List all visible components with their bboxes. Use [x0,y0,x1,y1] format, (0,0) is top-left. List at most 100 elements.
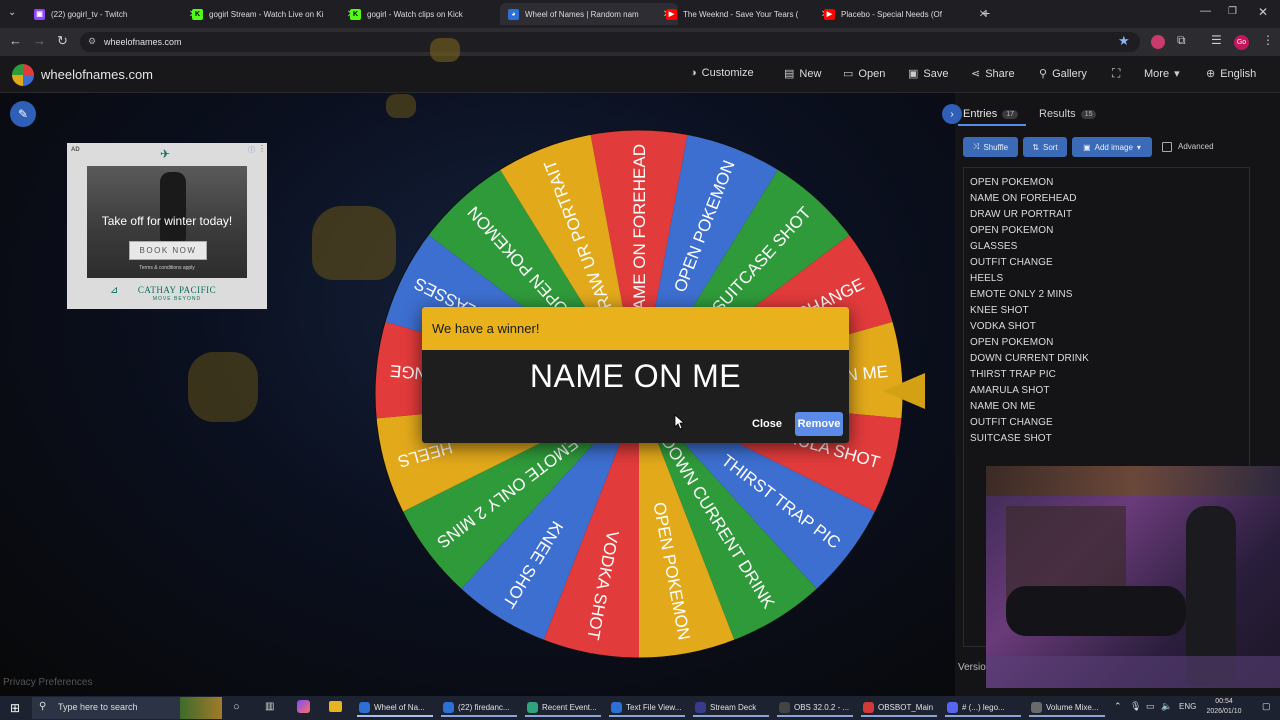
add-image-label: Add image [1094,142,1133,152]
tab-results-label: Results [1039,108,1076,120]
menu-share-button[interactable]: ⋖ Share [971,67,1015,81]
shuffle-button[interactable]: ⤨ Shuffle [963,137,1018,157]
entry-item[interactable]: SUITCASE SHOT [970,433,1052,444]
taskbar-app[interactable]: Recent Event... [527,700,597,714]
entry-item[interactable]: OPEN POKEMON [970,337,1053,348]
taskbar-app[interactable]: Text File View... [611,700,681,714]
browser-tab[interactable]: ◕Wheel of Names | Random nam✕ [500,3,678,25]
taskbar-app[interactable]: OBS 32.0.2 - ... [779,700,849,714]
browser-tab[interactable]: Kgogirl Stream - Watch Live on Ki✕ [184,3,362,25]
site-logo-icon[interactable] [12,64,34,86]
tab-search-icon[interactable]: ⌄ [8,7,16,18]
chevron-down-icon: ▾ [1136,142,1141,152]
extensions-puzzle-icon[interactable]: ⧉ [1177,33,1186,48]
tray-overflow-icon[interactable]: ⌃ [1114,701,1122,712]
menu-english-button[interactable]: ⊕ English [1206,67,1256,81]
taskbar-app[interactable]: OBSBOT_Main [863,700,933,714]
wheel-pointer-icon [883,373,925,409]
menu-new-button[interactable]: ▤ New [784,67,821,81]
menu-open-button[interactable]: ▭ Open [843,67,885,81]
entry-item[interactable]: HEELS [970,273,1003,284]
fullscreen-icon[interactable]: ⛶ [1112,66,1120,81]
task-view-icon[interactable]: ▥ [265,701,274,712]
volume-icon[interactable]: 🔈 [1161,701,1172,712]
entry-item[interactable]: GLASSES [970,241,1017,252]
reload-icon[interactable]: ↻ [57,33,68,49]
privacy-preferences-link[interactable]: Privacy Preferences [3,677,92,688]
ad-info-icon[interactable]: ⓘ [248,145,255,155]
collapse-panel-icon[interactable]: › [942,104,962,124]
notification-icon[interactable]: ▢ [1262,701,1271,712]
site-info-icon[interactable]: ⚙ [88,36,96,47]
browser-tab[interactable]: ▣(22) gogirl_tv - Twitch✕ [26,3,204,25]
taskbar-app[interactable]: Wheel of Na... [359,700,425,714]
edit-pencil-icon[interactable]: ✎ [10,101,36,127]
browser-tab[interactable]: Kgogirl - Watch clips on Kick✕ [342,3,520,25]
menu-save-button[interactable]: ▣ Save [908,67,949,81]
browser-menu-icon[interactable]: ⋮ [1262,33,1274,47]
entry-item[interactable]: NAME ON ME [970,401,1035,412]
entry-item[interactable]: OPEN POKEMON [970,225,1053,236]
forward-icon[interactable]: → [33,33,46,48]
bookmark-star-icon[interactable]: ★ [1118,33,1130,49]
tab-entries[interactable]: Entries 17 [963,108,1019,120]
remove-button[interactable]: Remove [795,412,843,436]
browser-tab[interactable]: ▶ Placebo - Special Needs (Of ✕ [816,3,994,25]
file-explorer-icon[interactable] [329,701,342,712]
windows-start-icon[interactable]: ⊞ [10,701,20,715]
taskbar-app[interactable]: (22) firedanc... [443,700,510,714]
taskbar-app[interactable]: Volume Mixe... [1031,700,1098,714]
close-button[interactable]: Close [748,412,786,436]
entry-item[interactable]: OUTFIT CHANGE [970,257,1053,268]
copilot-icon[interactable] [297,700,310,713]
entry-item[interactable]: DRAW UR PORTRAIT [970,209,1072,220]
entry-item[interactable]: KNEE SHOT [970,305,1029,316]
taskbar-clock[interactable]: 00:54 2026/01/10 [1200,697,1248,717]
entry-item[interactable]: NAME ON FOREHEAD [970,193,1077,204]
network-icon[interactable]: ▭ [1146,701,1155,712]
taskbar-app-underline [693,715,769,717]
webcam-floor [986,656,1280,688]
extension-icon[interactable] [1151,35,1165,49]
taskbar-app[interactable]: # (...) lego... [947,700,1005,714]
sort-button[interactable]: ⇅ Sort [1023,137,1067,157]
maximize-icon[interactable]: ❐ [1228,6,1237,17]
menu-gallery-button[interactable]: ⚲ Gallery [1039,67,1087,81]
close-window-icon[interactable]: ✕ [1258,5,1268,19]
advanced-checkbox[interactable] [1162,142,1172,152]
site-logo-text[interactable]: wheelofnames.com [41,67,153,82]
profile-avatar[interactable]: Go [1234,35,1249,50]
winner-name: NAME ON ME [529,358,742,394]
taskbar-app[interactable]: Stream Deck [695,700,756,714]
menu-label: Gallery [1052,67,1087,80]
back-icon[interactable]: ← [9,33,22,48]
entry-item[interactable]: EMOTE ONLY 2 MINS [970,289,1072,300]
menu-label: Save [923,67,949,80]
cortana-icon[interactable]: ○ [233,701,240,713]
entry-item[interactable]: AMARULA SHOT [970,385,1050,396]
ad-book-now-button[interactable]: BOOK NOW [129,241,207,260]
taskbar-app-icon [947,701,958,713]
entry-item[interactable]: OUTFIT CHANGE [970,417,1053,428]
url-field[interactable] [80,32,1140,52]
tab-results[interactable]: Results 15 [1039,108,1097,120]
entry-item[interactable]: VODKA SHOT [970,321,1036,332]
language-indicator[interactable]: ENG [1179,702,1196,711]
entry-item[interactable]: THIRST TRAP PIC [970,369,1056,380]
add-image-button[interactable]: ▣ Add image ▾ [1072,137,1152,157]
mic-icon[interactable]: 🎙 [1130,701,1141,712]
minimize-icon[interactable]: — [1200,5,1211,17]
reading-list-icon[interactable]: ☰ [1211,33,1222,47]
tab-title: Wheel of Names | Random nam [525,9,639,19]
ad-headline: Take off for winter today! [101,214,233,228]
browser-tab[interactable]: ▶The Weeknd - Save Your Tears (✕ [658,3,836,25]
entry-item[interactable]: OPEN POKEMON [970,177,1053,188]
ad-menu-icon[interactable]: ⋮ [258,144,266,153]
taskbar-app-label: Recent Event... [542,702,597,712]
menu-more-button[interactable]: More ▾ [1144,67,1180,81]
new-tab-icon[interactable]: + [982,5,990,21]
tab-favicon-icon: ▶ [666,8,677,20]
entry-item[interactable]: DOWN CURRENT DRINK [970,353,1089,364]
menu-customize-button[interactable]: ◑ Customize [690,67,754,79]
taskbar-app-underline [609,715,685,717]
